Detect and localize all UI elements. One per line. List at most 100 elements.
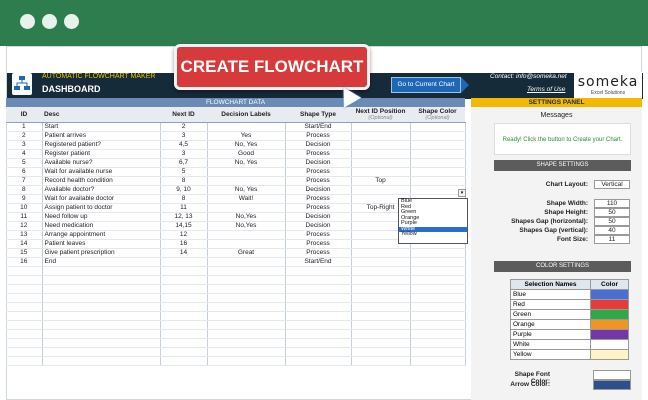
table-cell-color[interactable] (410, 347, 466, 357)
table-cell-desc[interactable]: Assign patient to doctor (42, 203, 161, 213)
table-cell-labels[interactable] (207, 338, 286, 348)
table-cell-type[interactable] (285, 302, 352, 312)
table-cell-labels[interactable] (207, 293, 286, 303)
table-cell-id[interactable]: 9 (6, 194, 43, 204)
table-cell-type[interactable] (285, 284, 352, 294)
table-cell-id[interactable] (6, 320, 43, 330)
table-cell-next[interactable]: 16 (160, 239, 208, 249)
table-cell-desc[interactable]: Wait for available doctor (42, 194, 161, 204)
table-cell-next[interactable] (160, 329, 208, 339)
table-cell-labels[interactable]: No,Yes (207, 212, 286, 222)
create-flowchart-button[interactable]: CREATE FLOWCHART (174, 44, 370, 90)
table-cell-next[interactable] (160, 266, 208, 276)
table-cell-id[interactable]: 13 (6, 230, 43, 240)
table-cell-color[interactable] (410, 140, 466, 150)
table-cell-type[interactable] (285, 356, 352, 366)
table-cell-pos[interactable] (351, 356, 411, 366)
table-cell-next[interactable]: 8 (160, 176, 208, 186)
table-cell-desc[interactable] (42, 311, 161, 321)
table-cell-next[interactable] (160, 275, 208, 285)
table-cell-id[interactable] (6, 338, 43, 348)
table-cell-next[interactable]: 5 (160, 167, 208, 177)
table-cell-id[interactable] (6, 266, 43, 276)
table-cell-labels[interactable] (207, 302, 286, 312)
table-cell-pos[interactable] (351, 293, 411, 303)
table-cell-color[interactable] (410, 266, 466, 276)
shape-color-dropdown[interactable]: Blue Red Green Orange Purple White Yellow (398, 198, 468, 244)
table-cell-labels[interactable]: No, Yes (207, 140, 286, 150)
table-cell-id[interactable]: 4 (6, 149, 43, 159)
table-cell-pos[interactable] (351, 302, 411, 312)
table-cell-labels[interactable] (207, 284, 286, 294)
table-cell-color[interactable] (410, 338, 466, 348)
table-cell-next[interactable]: 14 (160, 248, 208, 258)
table-cell-color[interactable] (410, 311, 466, 321)
table-cell-color[interactable] (410, 356, 466, 366)
table-cell-next[interactable]: 4,5 (160, 140, 208, 150)
table-cell-next[interactable] (160, 347, 208, 357)
table-cell-labels[interactable]: No,Yes (207, 221, 286, 231)
table-cell-color[interactable] (410, 131, 466, 141)
gap-vertical-input[interactable]: 40 (594, 226, 630, 235)
table-cell-type[interactable]: Start/End (285, 122, 352, 132)
table-cell-color[interactable] (410, 293, 466, 303)
shape-height-input[interactable]: 50 (594, 208, 630, 217)
table-cell-id[interactable]: 5 (6, 158, 43, 168)
table-cell-pos[interactable] (351, 248, 411, 258)
table-cell-labels[interactable]: Good (207, 149, 286, 159)
table-cell-labels[interactable] (207, 257, 286, 267)
table-cell-type[interactable]: Process (285, 230, 352, 240)
table-cell-type[interactable]: Process (285, 194, 352, 204)
table-cell-next[interactable] (160, 293, 208, 303)
table-cell-pos[interactable] (351, 311, 411, 321)
table-cell-type[interactable] (285, 293, 352, 303)
table-cell-pos[interactable] (351, 140, 411, 150)
table-cell-labels[interactable] (207, 266, 286, 276)
table-cell-labels[interactable]: No, Yes (207, 185, 286, 195)
table-cell-pos[interactable] (351, 131, 411, 141)
table-cell-desc[interactable]: Register patient (42, 149, 161, 159)
table-cell-labels[interactable] (207, 203, 286, 213)
color-swatch[interactable] (590, 299, 629, 310)
table-cell-id[interactable]: 11 (6, 212, 43, 222)
table-cell-color[interactable] (410, 329, 466, 339)
table-cell-type[interactable] (285, 311, 352, 321)
color-swatch[interactable] (590, 319, 629, 330)
table-cell-desc[interactable]: Available nurse? (42, 158, 161, 168)
table-cell-color[interactable] (410, 185, 466, 195)
table-cell-next[interactable]: 3 (160, 149, 208, 159)
table-cell-id[interactable] (6, 356, 43, 366)
table-cell-labels[interactable]: Wait! (207, 194, 286, 204)
table-cell-type[interactable]: Decision (285, 221, 352, 231)
table-cell-next[interactable]: 12 (160, 230, 208, 240)
table-cell-pos[interactable] (351, 158, 411, 168)
table-cell-pos[interactable] (351, 266, 411, 276)
gap-horizontal-input[interactable]: 50 (594, 217, 630, 226)
table-cell-next[interactable] (160, 338, 208, 348)
table-cell-labels[interactable] (207, 311, 286, 321)
color-swatch[interactable] (590, 329, 629, 340)
table-cell-desc[interactable]: Record health condition (42, 176, 161, 186)
table-cell-desc[interactable]: Available doctor? (42, 185, 161, 195)
table-cell-next[interactable] (160, 302, 208, 312)
table-cell-id[interactable]: 12 (6, 221, 43, 231)
table-cell-id[interactable]: 3 (6, 140, 43, 150)
table-cell-labels[interactable]: No, Yes (207, 158, 286, 168)
table-cell-pos[interactable] (351, 284, 411, 294)
window-control-dot[interactable] (20, 14, 35, 29)
color-swatch[interactable] (590, 349, 629, 360)
table-cell-pos[interactable] (351, 338, 411, 348)
table-cell-type[interactable]: Process (285, 248, 352, 258)
table-cell-type[interactable]: Process (285, 239, 352, 249)
table-cell-labels[interactable]: Yes (207, 131, 286, 141)
shape-font-color-swatch[interactable] (593, 370, 631, 380)
table-cell-id[interactable] (6, 347, 43, 357)
table-cell-desc[interactable] (42, 293, 161, 303)
terms-of-use-link[interactable]: Terms of Use (527, 86, 565, 93)
table-cell-color[interactable] (410, 275, 466, 285)
table-cell-labels[interactable] (207, 320, 286, 330)
table-cell-id[interactable]: 6 (6, 167, 43, 177)
table-cell-next[interactable] (160, 257, 208, 267)
table-cell-type[interactable] (285, 338, 352, 348)
table-cell-type[interactable]: Decision (285, 212, 352, 222)
